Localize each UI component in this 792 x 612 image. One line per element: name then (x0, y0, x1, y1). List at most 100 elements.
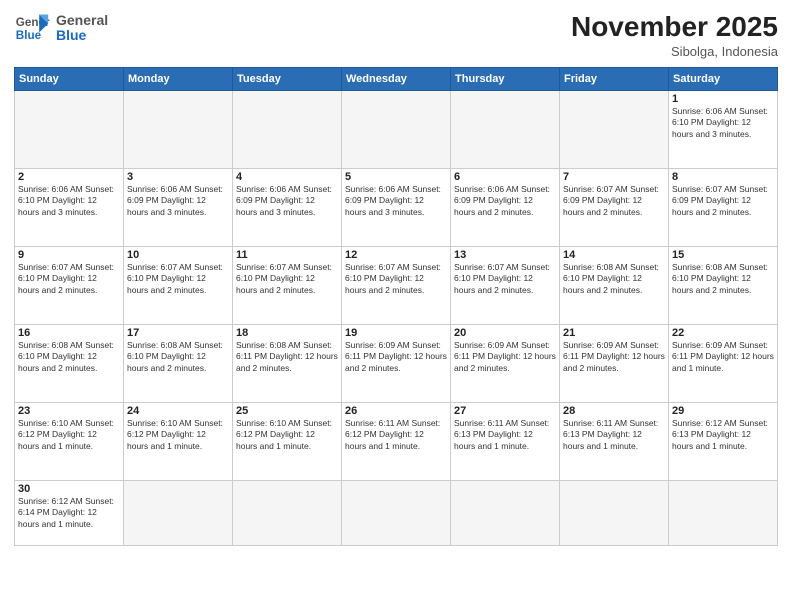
col-saturday: Saturday (669, 67, 778, 90)
day-info: Sunrise: 6:06 AM Sunset: 6:10 PM Dayligh… (18, 184, 120, 218)
day-info: Sunrise: 6:09 AM Sunset: 6:11 PM Dayligh… (672, 340, 774, 374)
calendar-cell (124, 480, 233, 545)
col-friday: Friday (560, 67, 669, 90)
title-section: November 2025 Sibolga, Indonesia (571, 10, 778, 59)
calendar-cell: 27Sunrise: 6:11 AM Sunset: 6:13 PM Dayli… (451, 402, 560, 480)
calendar-cell: 3Sunrise: 6:06 AM Sunset: 6:09 PM Daylig… (124, 168, 233, 246)
day-info: Sunrise: 6:08 AM Sunset: 6:10 PM Dayligh… (672, 262, 774, 296)
day-number: 2 (18, 171, 120, 183)
day-info: Sunrise: 6:06 AM Sunset: 6:09 PM Dayligh… (127, 184, 229, 218)
calendar-cell (451, 480, 560, 545)
day-info: Sunrise: 6:08 AM Sunset: 6:10 PM Dayligh… (18, 340, 120, 374)
calendar-cell (233, 90, 342, 168)
calendar-cell: 14Sunrise: 6:08 AM Sunset: 6:10 PM Dayli… (560, 246, 669, 324)
day-number: 13 (454, 249, 556, 261)
location-subtitle: Sibolga, Indonesia (571, 44, 778, 59)
day-number: 14 (563, 249, 665, 261)
calendar-cell: 30Sunrise: 6:12 AM Sunset: 6:14 PM Dayli… (15, 480, 124, 545)
day-info: Sunrise: 6:06 AM Sunset: 6:10 PM Dayligh… (672, 106, 774, 140)
day-number: 12 (345, 249, 447, 261)
day-info: Sunrise: 6:07 AM Sunset: 6:09 PM Dayligh… (672, 184, 774, 218)
day-info: Sunrise: 6:11 AM Sunset: 6:12 PM Dayligh… (345, 418, 447, 452)
day-info: Sunrise: 6:06 AM Sunset: 6:09 PM Dayligh… (345, 184, 447, 218)
logo-blue: Blue (56, 28, 108, 43)
col-monday: Monday (124, 67, 233, 90)
day-info: Sunrise: 6:10 AM Sunset: 6:12 PM Dayligh… (127, 418, 229, 452)
logo-general: General (56, 13, 108, 28)
day-number: 27 (454, 405, 556, 417)
col-thursday: Thursday (451, 67, 560, 90)
svg-text:Blue: Blue (16, 29, 42, 42)
day-number: 18 (236, 327, 338, 339)
calendar-cell (15, 90, 124, 168)
calendar-cell: 21Sunrise: 6:09 AM Sunset: 6:11 PM Dayli… (560, 324, 669, 402)
calendar-cell: 16Sunrise: 6:08 AM Sunset: 6:10 PM Dayli… (15, 324, 124, 402)
calendar-cell: 10Sunrise: 6:07 AM Sunset: 6:10 PM Dayli… (124, 246, 233, 324)
day-info: Sunrise: 6:12 AM Sunset: 6:13 PM Dayligh… (672, 418, 774, 452)
calendar-cell: 24Sunrise: 6:10 AM Sunset: 6:12 PM Dayli… (124, 402, 233, 480)
calendar-cell (233, 480, 342, 545)
calendar-cell: 5Sunrise: 6:06 AM Sunset: 6:09 PM Daylig… (342, 168, 451, 246)
calendar-cell: 2Sunrise: 6:06 AM Sunset: 6:10 PM Daylig… (15, 168, 124, 246)
day-number: 4 (236, 171, 338, 183)
day-number: 11 (236, 249, 338, 261)
day-number: 26 (345, 405, 447, 417)
col-sunday: Sunday (15, 67, 124, 90)
day-number: 17 (127, 327, 229, 339)
day-info: Sunrise: 6:10 AM Sunset: 6:12 PM Dayligh… (18, 418, 120, 452)
day-info: Sunrise: 6:07 AM Sunset: 6:09 PM Dayligh… (563, 184, 665, 218)
calendar-cell: 12Sunrise: 6:07 AM Sunset: 6:10 PM Dayli… (342, 246, 451, 324)
day-info: Sunrise: 6:07 AM Sunset: 6:10 PM Dayligh… (18, 262, 120, 296)
day-number: 29 (672, 405, 774, 417)
day-info: Sunrise: 6:12 AM Sunset: 6:14 PM Dayligh… (18, 496, 120, 530)
day-info: Sunrise: 6:07 AM Sunset: 6:10 PM Dayligh… (127, 262, 229, 296)
calendar-cell: 8Sunrise: 6:07 AM Sunset: 6:09 PM Daylig… (669, 168, 778, 246)
calendar-table: Sunday Monday Tuesday Wednesday Thursday… (14, 67, 778, 546)
day-number: 3 (127, 171, 229, 183)
calendar-cell: 1Sunrise: 6:06 AM Sunset: 6:10 PM Daylig… (669, 90, 778, 168)
day-info: Sunrise: 6:08 AM Sunset: 6:10 PM Dayligh… (127, 340, 229, 374)
calendar-cell: 15Sunrise: 6:08 AM Sunset: 6:10 PM Dayli… (669, 246, 778, 324)
logo-icon: General Blue (14, 10, 50, 46)
day-number: 8 (672, 171, 774, 183)
calendar-cell: 25Sunrise: 6:10 AM Sunset: 6:12 PM Dayli… (233, 402, 342, 480)
day-info: Sunrise: 6:09 AM Sunset: 6:11 PM Dayligh… (345, 340, 447, 374)
day-number: 30 (18, 483, 120, 495)
day-number: 20 (454, 327, 556, 339)
month-title: November 2025 (571, 10, 778, 44)
calendar-cell (560, 480, 669, 545)
day-number: 7 (563, 171, 665, 183)
day-number: 16 (18, 327, 120, 339)
day-number: 5 (345, 171, 447, 183)
calendar-cell: 26Sunrise: 6:11 AM Sunset: 6:12 PM Dayli… (342, 402, 451, 480)
day-info: Sunrise: 6:07 AM Sunset: 6:10 PM Dayligh… (236, 262, 338, 296)
day-number: 1 (672, 93, 774, 105)
calendar-cell: 18Sunrise: 6:08 AM Sunset: 6:11 PM Dayli… (233, 324, 342, 402)
col-tuesday: Tuesday (233, 67, 342, 90)
day-number: 21 (563, 327, 665, 339)
col-wednesday: Wednesday (342, 67, 451, 90)
day-info: Sunrise: 6:09 AM Sunset: 6:11 PM Dayligh… (454, 340, 556, 374)
day-info: Sunrise: 6:09 AM Sunset: 6:11 PM Dayligh… (563, 340, 665, 374)
day-info: Sunrise: 6:11 AM Sunset: 6:13 PM Dayligh… (563, 418, 665, 452)
calendar-cell: 13Sunrise: 6:07 AM Sunset: 6:10 PM Dayli… (451, 246, 560, 324)
calendar-cell: 7Sunrise: 6:07 AM Sunset: 6:09 PM Daylig… (560, 168, 669, 246)
calendar-cell (560, 90, 669, 168)
calendar-cell: 19Sunrise: 6:09 AM Sunset: 6:11 PM Dayli… (342, 324, 451, 402)
calendar-cell: 29Sunrise: 6:12 AM Sunset: 6:13 PM Dayli… (669, 402, 778, 480)
calendar-cell (451, 90, 560, 168)
day-number: 28 (563, 405, 665, 417)
day-number: 9 (18, 249, 120, 261)
day-info: Sunrise: 6:08 AM Sunset: 6:10 PM Dayligh… (563, 262, 665, 296)
day-number: 23 (18, 405, 120, 417)
day-info: Sunrise: 6:08 AM Sunset: 6:11 PM Dayligh… (236, 340, 338, 374)
day-info: Sunrise: 6:07 AM Sunset: 6:10 PM Dayligh… (345, 262, 447, 296)
calendar-cell: 9Sunrise: 6:07 AM Sunset: 6:10 PM Daylig… (15, 246, 124, 324)
day-number: 24 (127, 405, 229, 417)
day-number: 10 (127, 249, 229, 261)
calendar-header-row: Sunday Monday Tuesday Wednesday Thursday… (15, 67, 778, 90)
calendar-cell: 6Sunrise: 6:06 AM Sunset: 6:09 PM Daylig… (451, 168, 560, 246)
calendar-cell (124, 90, 233, 168)
day-info: Sunrise: 6:06 AM Sunset: 6:09 PM Dayligh… (454, 184, 556, 218)
calendar-cell: 17Sunrise: 6:08 AM Sunset: 6:10 PM Dayli… (124, 324, 233, 402)
